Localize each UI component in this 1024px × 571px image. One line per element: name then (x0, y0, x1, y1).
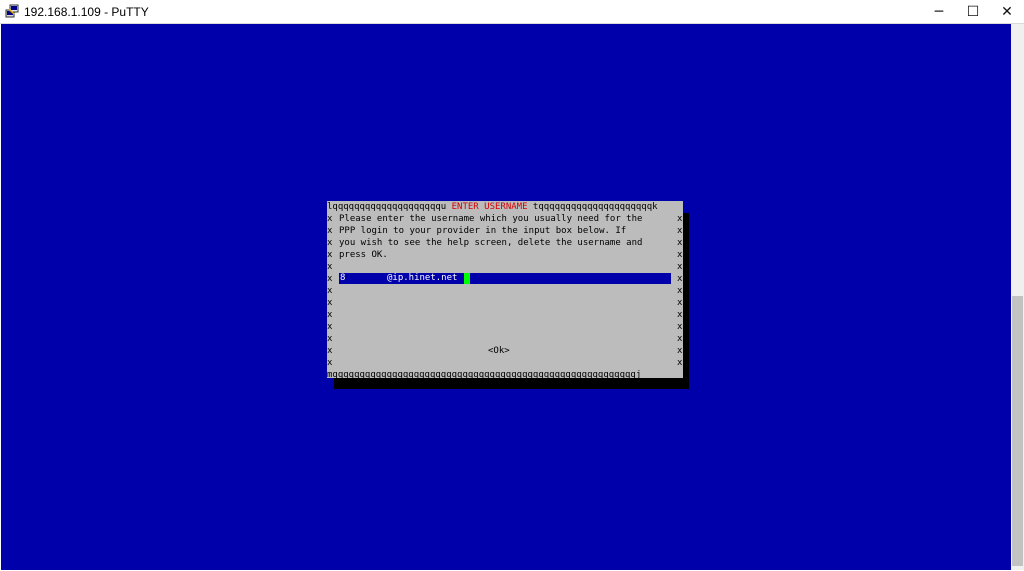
right-border: x (677, 226, 683, 236)
right-border: x (677, 334, 683, 344)
right-border: x (677, 286, 683, 296)
left-border: x (327, 298, 333, 308)
right-border: x (677, 250, 683, 260)
left-border: x (327, 238, 333, 248)
scrollbar-thumb[interactable] (1012, 296, 1023, 566)
window-title: 192.168.1.109 - PuTTY (24, 5, 149, 19)
dialog-message-line: press OK. (339, 250, 388, 260)
minimize-button[interactable]: ─ (922, 0, 956, 23)
putty-app-icon[interactable] (5, 4, 20, 19)
left-border: x (327, 322, 333, 332)
left-border: x (327, 274, 333, 284)
left-border: x (327, 250, 333, 260)
dialog-message-line: PPP login to your provider in the input … (339, 226, 627, 236)
right-border: x (677, 310, 683, 320)
right-border: x (677, 238, 683, 248)
close-button[interactable]: ✕ (990, 0, 1024, 23)
right-border: x (677, 322, 683, 332)
close-icon: ✕ (1001, 3, 1013, 20)
left-border: x (327, 334, 333, 344)
left-border: x (327, 262, 333, 272)
title-bar: 192.168.1.109 - PuTTY ─ ☐ ✕ (0, 0, 1024, 24)
right-border: x (677, 358, 683, 368)
enter-username-dialog: lqqqqqqqqqqqqqqqqqqqqu ENTER USERNAME tq… (327, 201, 683, 378)
vertical-scrollbar[interactable] (1011, 24, 1024, 570)
username-input-value: @ip.hinet.net (387, 273, 458, 283)
username-input-prefix: 8 (340, 273, 346, 283)
left-border: x (327, 310, 333, 320)
left-border: x (327, 358, 333, 368)
minimize-icon: ─ (934, 3, 944, 20)
right-border: x (677, 346, 683, 356)
right-border: x (677, 262, 683, 272)
text-cursor (464, 273, 470, 284)
maximize-icon: ☐ (966, 3, 980, 20)
dialog-message-line: you wish to see the help screen, delete … (339, 238, 643, 248)
left-border: x (327, 214, 333, 224)
left-border: x (327, 286, 333, 296)
left-border: x (327, 226, 333, 236)
ok-button[interactable]: <Ok> (488, 345, 510, 357)
right-border: x (677, 274, 683, 284)
right-border: x (677, 214, 683, 224)
dialog-title: ENTER USERNAME (446, 202, 533, 212)
maximize-button[interactable]: ☐ (956, 0, 990, 23)
dialog-top-border: lqqqqqqqqqqqqqqqqqqqqu ENTER USERNAME tq… (327, 202, 658, 212)
dialog-bottom-border: mqqqqqqqqqqqqqqqqqqqqqqqqqqqqqqqqqqqqqqq… (327, 370, 642, 378)
right-border: x (677, 298, 683, 308)
username-input[interactable]: 8 @ip.hinet.net (339, 273, 671, 284)
dialog-message-line: Please enter the username which you usua… (339, 214, 643, 224)
left-border: x (327, 346, 333, 356)
